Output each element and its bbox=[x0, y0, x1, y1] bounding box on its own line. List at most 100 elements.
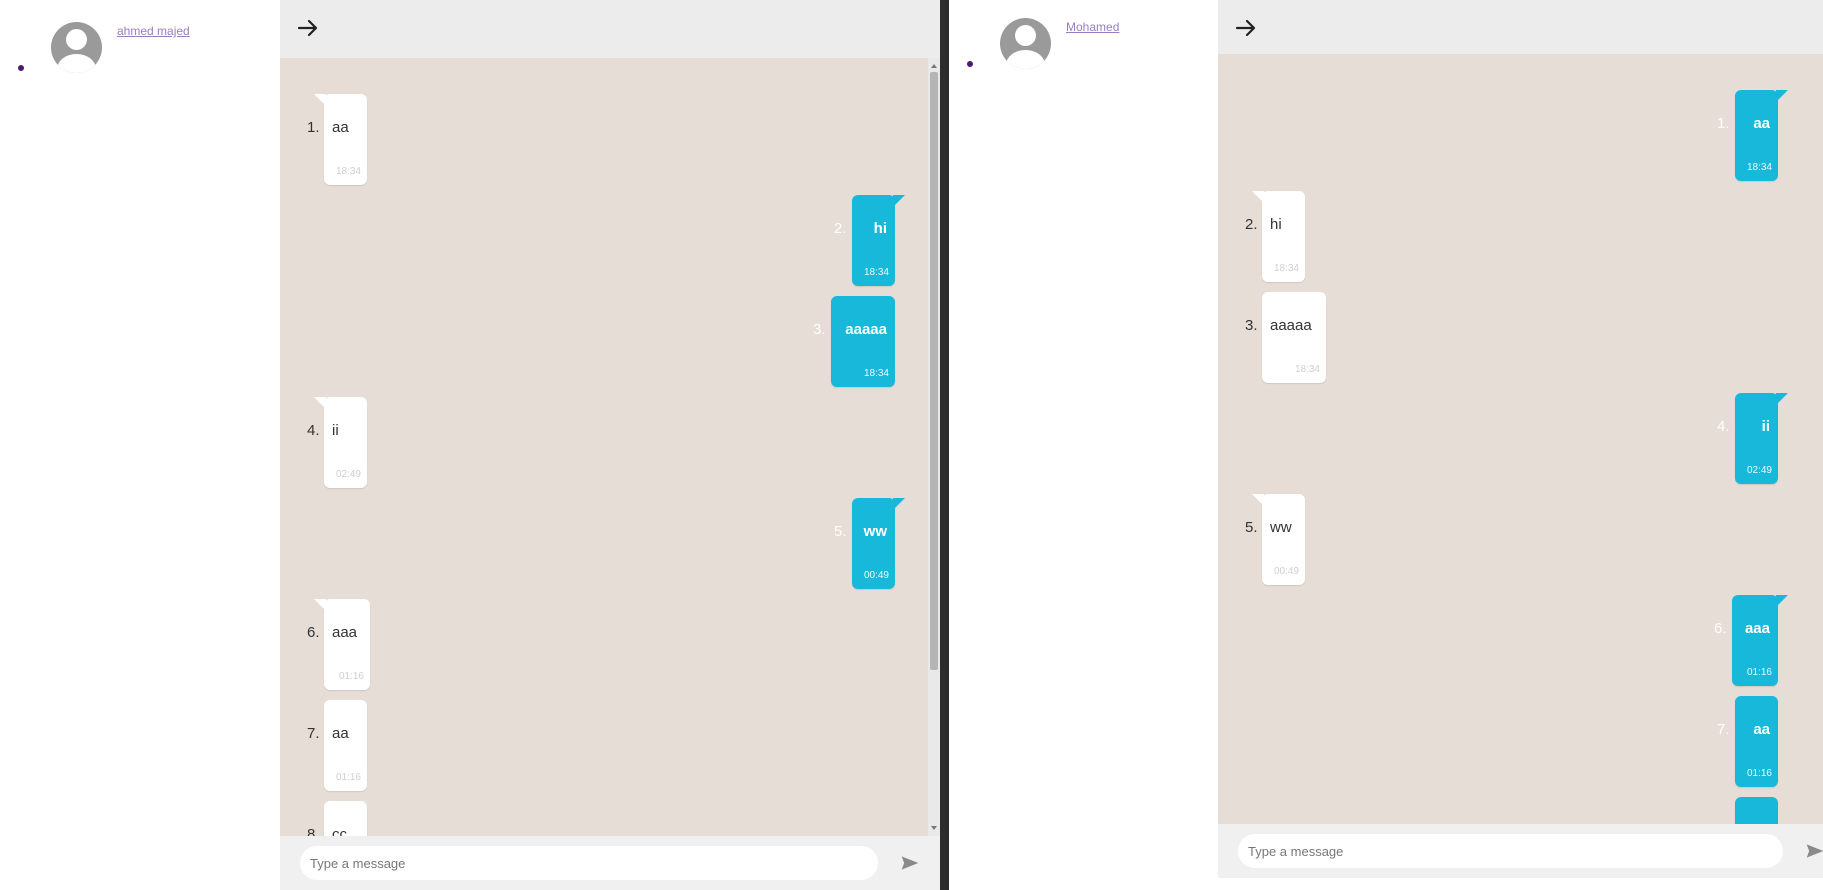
message-item: 4. ii 02:49 bbox=[1218, 393, 1823, 484]
message-number: 4. bbox=[1717, 418, 1730, 435]
message-time: 18:34 bbox=[863, 267, 889, 278]
message-text: aaaaa bbox=[845, 321, 887, 338]
message-item: 1. aa 18:34 bbox=[1218, 90, 1823, 181]
message-bubble: ww 00:49 bbox=[1262, 494, 1305, 585]
message-bubble: ww 00:49 bbox=[852, 498, 895, 589]
message-time: 01:16 bbox=[338, 671, 364, 682]
message-bubble: cc bbox=[324, 801, 367, 836]
message-bubble: hi 18:34 bbox=[852, 195, 895, 286]
message-number: 2. bbox=[1245, 216, 1258, 233]
arrow-right-icon[interactable] bbox=[1234, 16, 1258, 40]
message-item: 6. aaa 01:16 bbox=[280, 599, 940, 690]
message-number: 7. bbox=[307, 725, 320, 742]
message-item: 1. aa 18:34 bbox=[280, 94, 940, 185]
message-text: aaa bbox=[1744, 620, 1770, 637]
message-text: ii bbox=[332, 422, 339, 439]
message-time: 01:16 bbox=[1746, 667, 1772, 678]
message-text: aa bbox=[332, 725, 349, 742]
message-text: aa bbox=[1753, 721, 1770, 738]
message-list: 1. aa 18:34 2. hi 18:34 3. aaaaa 18:34 4. ii 02:49 5… bbox=[1218, 54, 1823, 824]
message-bubble: aaa 01:16 bbox=[1732, 595, 1778, 686]
message-number: 2. bbox=[834, 220, 847, 237]
scrollbar-thumb[interactable] bbox=[930, 72, 938, 670]
arrow-right-icon[interactable] bbox=[296, 16, 320, 40]
message-input[interactable] bbox=[300, 846, 878, 880]
message-bubble: ii 02:49 bbox=[324, 397, 367, 488]
message-time: 18:34 bbox=[1273, 263, 1299, 274]
message-input-bar bbox=[1218, 824, 1823, 878]
message-time: 01:16 bbox=[1746, 768, 1772, 779]
message-number: 8. bbox=[307, 826, 320, 836]
chat-header bbox=[280, 0, 940, 58]
message-number: 6. bbox=[307, 624, 320, 641]
message-bubble: aa 01:16 bbox=[324, 700, 367, 791]
chat-header bbox=[1218, 0, 1823, 54]
contact-name-link[interactable]: ahmed majed bbox=[117, 24, 190, 38]
message-time: 00:49 bbox=[1273, 566, 1299, 577]
window-divider bbox=[940, 0, 949, 890]
message-text: aa bbox=[1753, 115, 1770, 132]
chat-panel: 1. aa 18:34 2. hi 18:34 3. aaaaa 18:34 4. ii 02:49 5… bbox=[280, 0, 940, 890]
vertical-scrollbar[interactable] bbox=[928, 58, 940, 836]
message-text: hi bbox=[1270, 216, 1282, 233]
avatar bbox=[51, 22, 102, 73]
contacts-sidebar: Mohamed bbox=[949, 0, 1218, 890]
message-number: 6. bbox=[1714, 620, 1727, 637]
send-icon[interactable] bbox=[900, 853, 920, 873]
chat-panel: 1. aa 18:34 2. hi 18:34 3. aaaaa 18:34 4. ii 02:49 5… bbox=[1218, 0, 1823, 878]
message-bubble: aaa 01:16 bbox=[324, 599, 370, 690]
message-input[interactable] bbox=[1238, 834, 1783, 868]
message-number: 3. bbox=[813, 321, 826, 338]
message-time: 01:16 bbox=[335, 772, 361, 783]
scroll-down-icon[interactable] bbox=[931, 826, 937, 830]
message-input-bar bbox=[280, 836, 940, 890]
message-bubble: aa 18:34 bbox=[324, 94, 367, 185]
message-number: 5. bbox=[1245, 519, 1258, 536]
message-time: 18:34 bbox=[863, 368, 889, 379]
message-time: 18:34 bbox=[335, 166, 361, 177]
avatar bbox=[1000, 18, 1051, 69]
message-bubble: hi 18:34 bbox=[1262, 191, 1305, 282]
message-item: 3. aaaaa 18:34 bbox=[280, 296, 940, 387]
contacts-sidebar: ahmed majed bbox=[0, 0, 280, 890]
message-bubble: aaaaa 18:34 bbox=[831, 296, 895, 387]
message-bubble: aaaaa 18:34 bbox=[1262, 292, 1326, 383]
message-item bbox=[1218, 797, 1823, 824]
message-time: 02:49 bbox=[1746, 465, 1772, 476]
message-item: 4. ii 02:49 bbox=[280, 397, 940, 488]
message-text: ww bbox=[1270, 519, 1292, 536]
message-number: 7. bbox=[1717, 721, 1730, 738]
message-bubble: ii 02:49 bbox=[1735, 393, 1778, 484]
message-item: 3. aaaaa 18:34 bbox=[1218, 292, 1823, 383]
message-number: 3. bbox=[1245, 317, 1258, 334]
message-text: ww bbox=[863, 523, 887, 540]
message-item: 7. aa 01:16 bbox=[1218, 696, 1823, 787]
message-text: aaaaa bbox=[1270, 317, 1312, 334]
message-number: 1. bbox=[1717, 115, 1730, 132]
message-number: 1. bbox=[307, 119, 320, 136]
message-time: 18:34 bbox=[1746, 162, 1772, 173]
message-item: 6. aaa 01:16 bbox=[1218, 595, 1823, 686]
chat-window-right: Mohamed 1. aa 18:34 2. hi 18:34 3. aaaaa 18:34 4.… bbox=[949, 0, 1823, 890]
message-time: 00:49 bbox=[863, 570, 889, 581]
message-item: 7. aa 01:16 bbox=[280, 700, 940, 791]
message-time: 02:49 bbox=[335, 469, 361, 480]
message-item: 8. cc bbox=[280, 801, 940, 836]
message-item: 2. hi 18:34 bbox=[1218, 191, 1823, 282]
online-status-dot bbox=[18, 65, 24, 71]
message-item: 5. ww 00:49 bbox=[280, 498, 940, 589]
message-text: aaa bbox=[332, 624, 358, 641]
message-bubble: aa 18:34 bbox=[1735, 90, 1778, 181]
message-list: 1. aa 18:34 2. hi 18:34 3. aaaaa 18:34 4. ii 02:49 5… bbox=[280, 58, 940, 836]
contact-name-link[interactable]: Mohamed bbox=[1066, 20, 1119, 34]
online-status-dot bbox=[967, 61, 973, 67]
message-text: ii bbox=[1761, 418, 1770, 435]
message-item: 5. ww 00:49 bbox=[1218, 494, 1823, 585]
message-text: cc bbox=[332, 826, 347, 836]
send-icon[interactable] bbox=[1805, 841, 1823, 861]
message-time: 18:34 bbox=[1294, 364, 1320, 375]
message-bubble bbox=[1735, 797, 1778, 824]
message-text: hi bbox=[873, 220, 887, 237]
message-text: aa bbox=[332, 119, 349, 136]
scroll-up-icon[interactable] bbox=[931, 64, 937, 68]
